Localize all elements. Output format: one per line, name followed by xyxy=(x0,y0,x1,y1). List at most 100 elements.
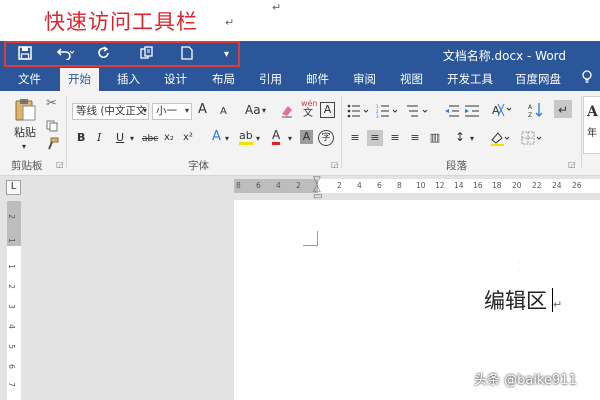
align-right-button[interactable]: ≡ xyxy=(387,130,403,146)
format-painter-icon[interactable] xyxy=(46,135,59,154)
ruler-number: 16 xyxy=(473,181,483,190)
font-launcher-icon[interactable]: ◲ xyxy=(331,160,339,169)
bullets-icon[interactable] xyxy=(347,103,371,122)
align-left-button[interactable]: ≡ xyxy=(347,130,363,146)
shading-icon[interactable] xyxy=(490,130,512,150)
subscript-button[interactable]: x₂ xyxy=(164,131,174,145)
justify-button[interactable]: ≡ xyxy=(407,130,423,146)
margin-dot: . xyxy=(518,258,520,265)
ruler-number: 3 xyxy=(6,304,16,309)
ruler-number: 26 xyxy=(572,181,582,190)
line-spacing-button[interactable]: ↕ xyxy=(455,130,465,144)
multilevel-list-icon[interactable] xyxy=(406,103,430,122)
chinese-layout-icon[interactable]: A xyxy=(492,102,514,122)
document-text[interactable]: 编辑区 xyxy=(484,285,547,315)
redo-icon[interactable] xyxy=(97,46,111,64)
clipboard-launcher-icon[interactable]: ◲ xyxy=(56,160,64,169)
paragraph-mark: ↵ xyxy=(272,1,282,14)
paste-icon[interactable] xyxy=(14,97,36,125)
tab-file[interactable]: 文件 xyxy=(18,68,41,91)
clear-formatting-icon[interactable] xyxy=(280,103,294,122)
tab-insert[interactable]: 插入 xyxy=(117,68,140,91)
distributed-button[interactable]: ▥ xyxy=(427,130,443,146)
paragraph-launcher-icon[interactable]: ◲ xyxy=(568,160,576,169)
font-size-value: 小一 xyxy=(156,105,177,117)
tab-view[interactable]: 视图 xyxy=(400,68,423,91)
cut-icon[interactable]: ✂ xyxy=(46,97,57,111)
highlight-dropdown-icon[interactable]: ▾ xyxy=(256,132,260,146)
font-size-dropdown-icon[interactable]: ▾ xyxy=(185,104,189,118)
styles-gallery[interactable]: A 年 xyxy=(583,96,600,154)
enclose-characters-button[interactable]: 字 xyxy=(318,130,334,146)
svg-text:Z: Z xyxy=(528,112,532,118)
text-effects-button[interactable]: A xyxy=(212,130,221,144)
borders-icon[interactable] xyxy=(521,130,545,150)
ruler-number: 10 xyxy=(416,181,426,190)
margin-corner-mark xyxy=(303,231,318,246)
copy-icon[interactable] xyxy=(46,117,58,136)
group-label-paragraph: 段落 xyxy=(446,160,467,172)
lightbulb-icon[interactable] xyxy=(582,70,592,88)
font-name-dropdown-icon[interactable]: ▾ xyxy=(143,104,147,118)
text-effects-dropdown-icon[interactable]: ▾ xyxy=(225,132,229,146)
tab-references[interactable]: 引用 xyxy=(259,68,282,91)
font-color-button[interactable]: A xyxy=(272,129,281,145)
character-border-button[interactable]: A xyxy=(320,102,335,118)
font-color-dropdown-icon[interactable]: ▾ xyxy=(288,132,292,146)
ruler-number: 14 xyxy=(454,181,464,190)
change-case-button[interactable]: Aa xyxy=(245,103,261,117)
tab-developer[interactable]: 开发工具 xyxy=(447,68,493,91)
pinyin-guide-button[interactable]: 文 xyxy=(303,108,313,119)
tab-design[interactable]: 设计 xyxy=(164,68,187,91)
shrink-font-button[interactable]: A xyxy=(220,105,227,119)
grow-font-button[interactable]: A xyxy=(198,103,207,117)
change-case-dropdown-icon[interactable]: ▾ xyxy=(262,104,266,118)
pinyin-guide-top[interactable]: wén xyxy=(301,99,318,108)
underline-dropdown-icon[interactable]: ▾ xyxy=(130,132,134,146)
style-preview: A xyxy=(587,104,598,120)
tab-home[interactable]: 开始 xyxy=(60,68,99,91)
align-center-button[interactable]: ≡ xyxy=(367,130,383,146)
customize-qat-icon[interactable]: ▾ xyxy=(224,46,229,63)
undo-icon[interactable] xyxy=(56,46,75,64)
strikethrough-button[interactable]: abc xyxy=(142,132,158,146)
underline-button[interactable]: U xyxy=(116,131,124,145)
increase-indent-icon[interactable] xyxy=(464,103,480,122)
ruler-number: 5 xyxy=(6,344,16,349)
ruler-number: 8 xyxy=(397,181,402,190)
paste-dropdown-icon[interactable]: ▾ xyxy=(22,140,26,154)
new-document-icon[interactable] xyxy=(140,46,154,64)
annotation-title: 快速访问工具栏 xyxy=(44,10,198,34)
ruler-number: 4 xyxy=(357,181,362,190)
window-title: 文档名称.docx - Word xyxy=(442,49,566,63)
tab-selector[interactable]: L xyxy=(6,180,21,195)
document-icon[interactable] xyxy=(181,46,193,64)
save-icon[interactable] xyxy=(18,46,32,64)
superscript-button[interactable]: x² xyxy=(183,131,193,145)
indent-marker-icon[interactable]: ▽ △ ▭ xyxy=(313,176,322,202)
tab-mailings[interactable]: 邮件 xyxy=(306,68,329,91)
sort-icon[interactable]: AZ xyxy=(528,102,544,122)
ruler-number: 2 xyxy=(6,284,16,289)
show-formatting-marks-button[interactable]: ↵ xyxy=(554,100,572,118)
decrease-indent-icon[interactable] xyxy=(444,103,460,122)
group-label-clipboard: 剪贴板 xyxy=(11,160,43,172)
ruler-number: 2 xyxy=(337,181,342,190)
font-name-select[interactable]: 等线 (中文正文 xyxy=(72,103,149,120)
paste-label[interactable]: 粘贴 xyxy=(14,126,36,140)
numbering-icon[interactable]: 123 xyxy=(376,103,400,122)
tab-review[interactable]: 审阅 xyxy=(353,68,376,91)
line-spacing-dropdown-icon[interactable]: ▾ xyxy=(470,132,474,146)
ruler-number: 4 xyxy=(6,324,16,329)
character-shading-button[interactable]: A xyxy=(300,130,313,144)
italic-button[interactable]: I xyxy=(97,131,101,145)
group-separator xyxy=(581,96,582,168)
ruler-number: 6 xyxy=(256,181,261,190)
highlight-button[interactable]: ab xyxy=(239,129,253,145)
group-separator xyxy=(341,96,342,168)
tab-layout[interactable]: 布局 xyxy=(212,68,235,91)
ruler-number: 1 xyxy=(6,238,16,243)
tab-baidu-netdisk[interactable]: 百度网盘 xyxy=(515,68,561,91)
ruler-number: 24 xyxy=(552,181,562,190)
bold-button[interactable]: B xyxy=(77,131,85,145)
